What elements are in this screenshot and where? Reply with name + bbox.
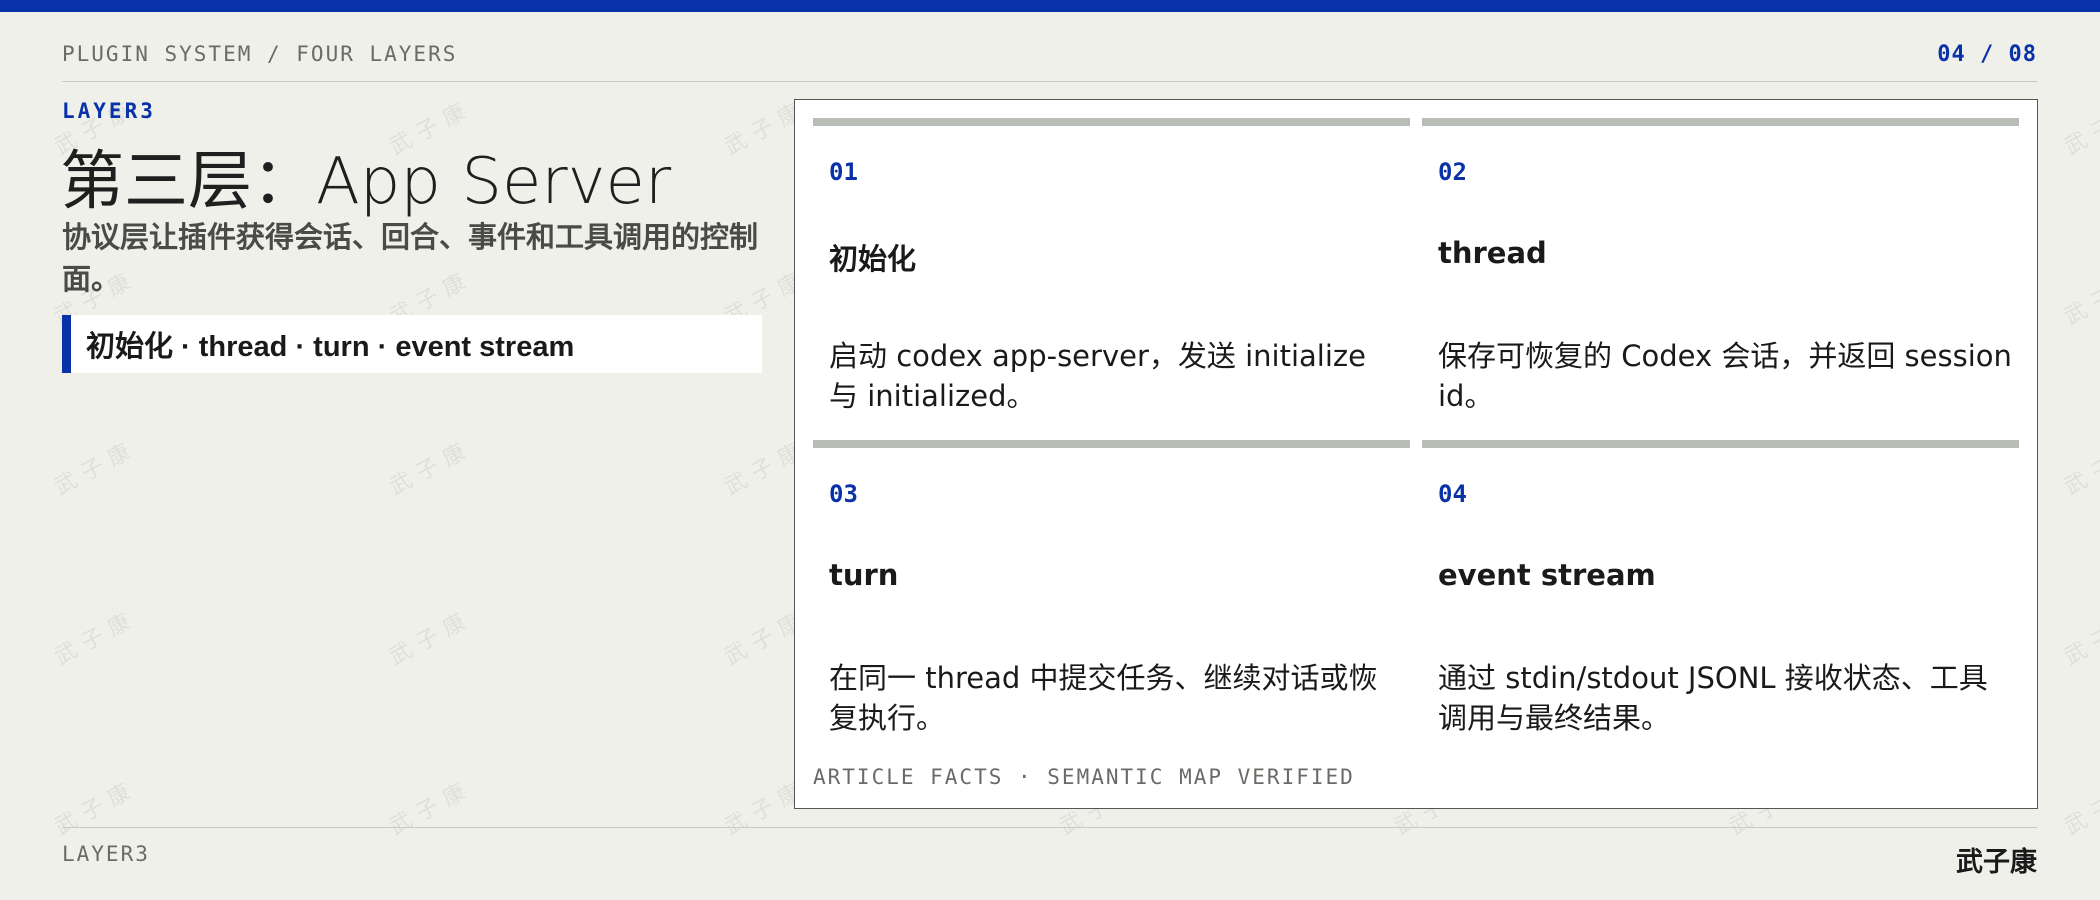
card-title: thread [1438,236,1547,270]
watermark-text: 武子康 [50,606,142,671]
footer-layer-label: LAYER3 [62,842,150,866]
layer-cards-panel: 01 初始化 启动 codex app-server，发送 initialize… [794,99,2038,809]
section-eyebrow: PLUGIN SYSTEM / FOUR LAYERS [62,42,458,66]
top-accent-bar [0,0,2100,12]
panel-footer-note: ARTICLE FACTS · SEMANTIC MAP VERIFIED [813,765,1355,789]
keyword-callout-text: 初始化 · thread · turn · event stream [86,331,575,363]
card-title: 初始化 [829,242,917,276]
card-top-bar [1422,118,2019,126]
watermark-text: 武子康 [385,776,477,841]
footer-author: 武子康 [1956,847,2037,878]
footer-divider [62,827,2037,828]
card-description: 在同一 thread 中提交任务、继续对话或恢复执行。 [829,661,1378,735]
card-number: 04 [1438,480,1467,508]
card-top-bar [813,118,1410,126]
card-top-bar [813,440,1410,448]
page-title: 第三层：App Server [60,145,672,219]
card-title: turn [829,558,899,592]
layer-card-2: 02 thread 保存可恢复的 Codex 会话，并返回 session id… [1422,118,2019,428]
card-description: 通过 stdin/stdout JSONL 接收状态、工具调用与最终结果。 [1438,661,1988,735]
watermark-text: 武子康 [2060,436,2100,501]
card-title: event stream [1438,558,1656,592]
page-subtitle: 协议层让插件获得会话、回合、事件和工具调用的控制面。 [62,220,759,296]
layer-tag: LAYER3 [62,99,156,123]
watermark-text: 武子康 [50,776,142,841]
card-description: 启动 codex app-server，发送 initialize 与 init… [829,339,1366,413]
watermark-text: 武子康 [2060,96,2100,161]
layer-card-1: 01 初始化 启动 codex app-server，发送 initialize… [813,118,1410,428]
card-description: 保存可恢复的 Codex 会话，并返回 session id。 [1438,339,2012,413]
card-top-bar [1422,440,2019,448]
header-divider [62,81,2037,82]
card-number: 02 [1438,158,1467,186]
page-indicator: 04 / 08 [1937,42,2037,67]
watermark-text: 武子康 [385,606,477,671]
keyword-callout: 初始化 · thread · turn · event stream [62,315,762,373]
card-number: 03 [829,480,858,508]
layer-card-3: 03 turn 在同一 thread 中提交任务、继续对话或恢复执行。 [813,440,1410,750]
layer-card-4: 04 event stream 通过 stdin/stdout JSONL 接收… [1422,440,2019,750]
watermark-text: 武子康 [2060,606,2100,671]
watermark-text: 武子康 [50,436,142,501]
watermark-text: 武子康 [2060,266,2100,331]
watermark-text: 武子康 [385,436,477,501]
watermark-text: 武子康 [2060,776,2100,841]
card-number: 01 [829,158,858,186]
